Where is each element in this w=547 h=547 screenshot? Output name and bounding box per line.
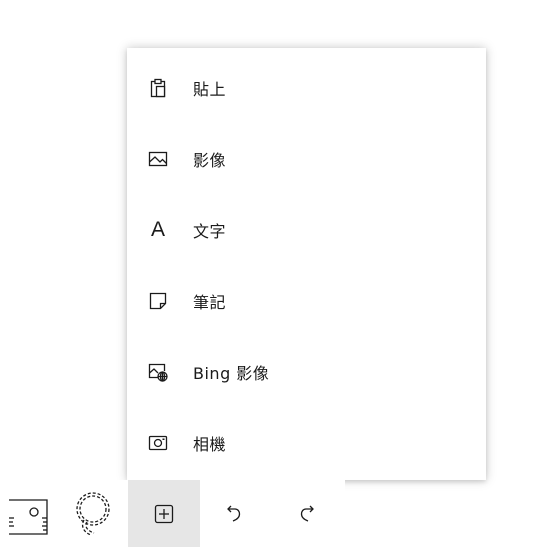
canvas-area[interactable]: 貼上 影像 A 文字 筆記 Bing 影像 相機 (0, 0, 547, 547)
redo-icon (297, 504, 317, 524)
bottom-toolbar (0, 480, 345, 547)
menu-item-paste[interactable]: 貼上 (127, 52, 486, 123)
menu-item-label: Bing 影像 (193, 363, 270, 383)
menu-item-image[interactable]: 影像 (127, 123, 486, 194)
lasso-button[interactable] (58, 480, 128, 547)
add-icon (154, 504, 174, 524)
menu-item-note[interactable]: 筆記 (127, 265, 486, 336)
paste-icon (147, 77, 169, 99)
menu-item-camera[interactable]: 相機 (127, 407, 486, 478)
menu-item-text[interactable]: A 文字 (127, 194, 486, 265)
text-icon: A (147, 217, 169, 241)
note-icon (147, 290, 169, 312)
menu-item-label: 貼上 (193, 79, 227, 99)
menu-item-bing-image[interactable]: Bing 影像 (127, 336, 486, 407)
ruler-icon (7, 492, 51, 536)
menu-item-label: 筆記 (193, 292, 227, 312)
undo-icon (224, 504, 244, 524)
menu-item-label: 文字 (193, 221, 227, 241)
undo-button[interactable] (200, 480, 268, 547)
bing-image-icon (147, 361, 169, 383)
insert-menu: 貼上 影像 A 文字 筆記 Bing 影像 相機 (127, 48, 486, 480)
redo-button[interactable] (268, 480, 345, 547)
image-icon (147, 148, 169, 170)
menu-item-label: 影像 (193, 150, 227, 170)
ruler-button[interactable] (0, 480, 58, 547)
text-icon-glyph: A (150, 217, 165, 241)
add-button[interactable] (128, 480, 200, 547)
camera-icon (147, 432, 169, 454)
lasso-icon (71, 489, 115, 539)
menu-item-label: 相機 (193, 434, 227, 454)
